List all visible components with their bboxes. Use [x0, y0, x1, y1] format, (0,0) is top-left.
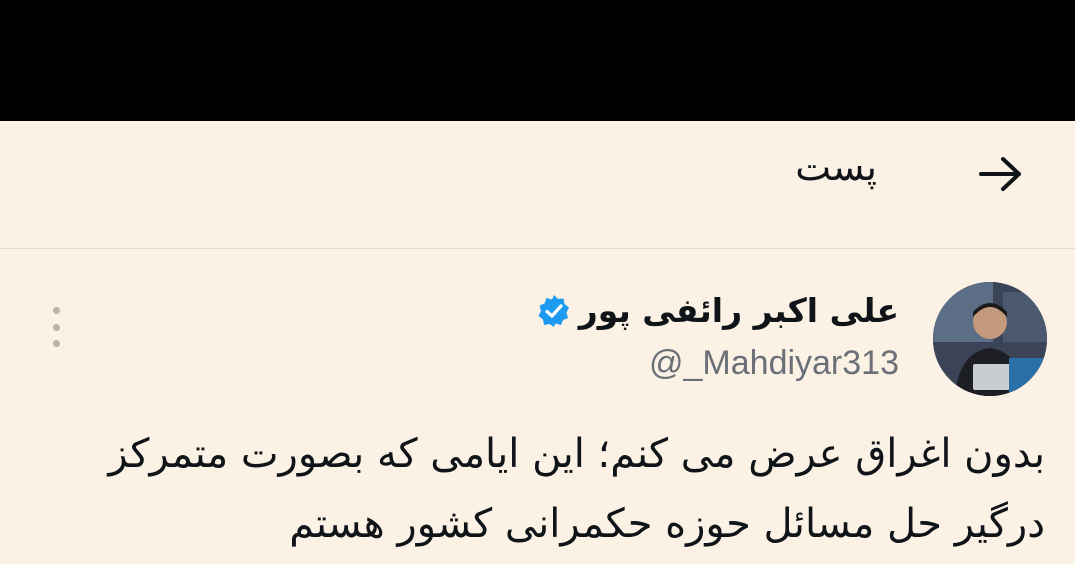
verified-badge-icon	[537, 294, 571, 328]
post-text-line: بدون اغراق عرض می کنم؛ این ایامی که بصور…	[108, 431, 1045, 477]
more-vertical-icon	[52, 307, 60, 314]
more-options-button[interactable]	[44, 307, 68, 347]
author-handle[interactable]: @_Mahdiyar313	[649, 344, 899, 383]
top-black-bar	[0, 0, 1075, 121]
avatar[interactable]	[933, 282, 1047, 396]
back-button[interactable]	[971, 149, 1031, 199]
page-title: پست	[795, 145, 877, 189]
more-vertical-icon-dot	[52, 340, 60, 347]
avatar-image	[933, 282, 1047, 396]
more-vertical-icon-dot	[52, 323, 60, 331]
author-name-row[interactable]: علی اکبر رائفی پور	[537, 291, 899, 330]
post-text: بدون اغراق عرض می کنم؛ این ایامی که بصور…	[35, 419, 1045, 559]
arrow-right-icon	[979, 157, 1021, 191]
post: علی اکبر رائفی پور @_Mahdiyar313 بدون اغ…	[0, 249, 1075, 564]
post-text-line: درگیر حل مسائل حوزه حکمرانی کشور هستم	[289, 501, 1045, 547]
post-header: پست	[0, 121, 1075, 249]
author-name: علی اکبر رائفی پور	[578, 291, 899, 330]
